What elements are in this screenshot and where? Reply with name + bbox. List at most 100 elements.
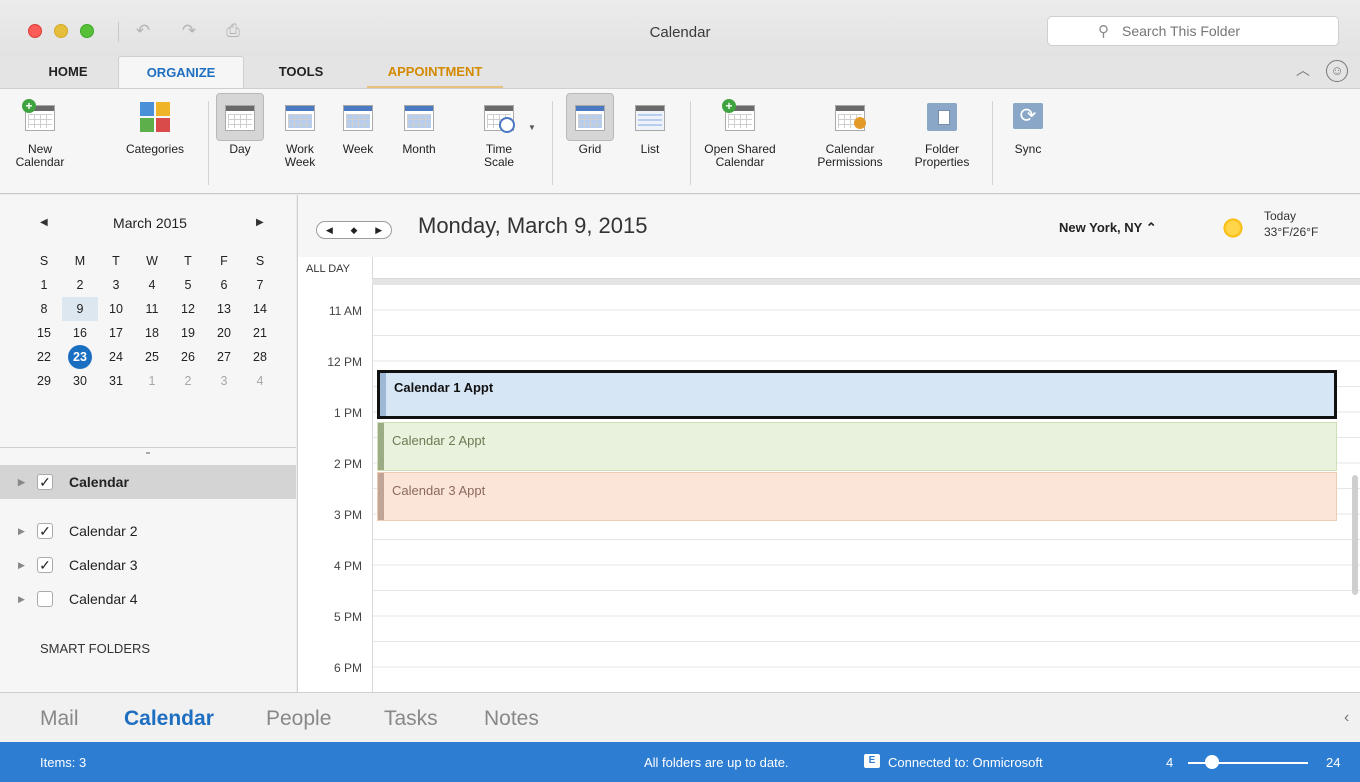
location-selector[interactable]: New York, NY ⌃ [1059, 220, 1157, 236]
list-view-button[interactable]: List [632, 99, 668, 156]
folder-item-calendar[interactable]: ▶ ✓ Calendar [0, 465, 296, 499]
collapse-navigation-icon[interactable]: ‹ [1344, 709, 1349, 727]
calendar-day[interactable]: 13 [206, 297, 242, 321]
calendar-day[interactable]: 18 [134, 321, 170, 345]
calendar-day[interactable]: 5 [170, 273, 206, 297]
calendar-day[interactable]: 20 [206, 321, 242, 345]
next-day-icon[interactable]: ▶ [366, 222, 391, 238]
calendar-day[interactable]: 2 [62, 273, 98, 297]
collapse-ribbon-icon[interactable]: ︿ [1296, 60, 1310, 80]
calendar-day[interactable]: 26 [170, 345, 206, 369]
month-view-button[interactable]: Month [396, 99, 442, 156]
day-view-button[interactable]: Day [216, 93, 264, 156]
nav-mail[interactable]: Mail [40, 707, 79, 731]
calendar-folder-list: ▶ ✓ Calendar ▶ ✓ Calendar 2 ▶ ✓ Calendar… [0, 447, 296, 692]
time-grid[interactable]: Calendar 1 Appt Calendar 2 Appt Calendar… [372, 284, 1360, 692]
calendar-day-next-month[interactable]: 1 [134, 369, 170, 393]
calendar-day[interactable]: 12 [170, 297, 206, 321]
calendar-day[interactable]: 15 [26, 321, 62, 345]
time-gutter: 11 AM 12 PM 1 PM 2 PM 3 PM 4 PM 5 PM 6 P… [298, 284, 372, 692]
folder-checkbox[interactable]: ✓ [37, 523, 53, 539]
all-day-row[interactable] [372, 257, 1360, 279]
expand-arrow-icon[interactable]: ▶ [18, 514, 25, 548]
folder-checkbox[interactable]: ✓ [37, 474, 53, 490]
calendar-day[interactable]: 21 [242, 321, 278, 345]
appointment-title: Calendar 3 Appt [392, 483, 486, 498]
expand-arrow-icon[interactable]: ▶ [18, 548, 25, 582]
calendar-day[interactable]: 14 [242, 297, 278, 321]
calendar-day[interactable]: 29 [26, 369, 62, 393]
tab-tools[interactable]: TOOLS [256, 56, 346, 89]
time-scale-button[interactable]: Time Scale [474, 99, 524, 169]
categories-button[interactable]: Categories [114, 99, 196, 156]
time-scale-dropdown-icon[interactable]: ▼ [528, 123, 536, 132]
calendar-day[interactable]: 28 [242, 345, 278, 369]
zoom-slider-thumb[interactable] [1205, 755, 1219, 769]
nav-people[interactable]: People [266, 707, 331, 731]
feedback-smiley-icon[interactable]: ☺ [1326, 60, 1348, 82]
calendar-day[interactable]: 16 [62, 321, 98, 345]
vertical-scrollbar[interactable] [1352, 475, 1358, 595]
calendar-day-next-month[interactable]: 2 [170, 369, 206, 393]
new-calendar-button[interactable]: + New Calendar [14, 99, 66, 169]
calendar-day[interactable]: 3 [98, 273, 134, 297]
grid-view-button[interactable]: Grid [566, 93, 614, 156]
week-view-button[interactable]: Week [338, 99, 378, 156]
calendar-day[interactable]: 25 [134, 345, 170, 369]
calendar-day-next-month[interactable]: 3 [206, 369, 242, 393]
folder-label: Calendar 3 [69, 557, 138, 573]
search-box[interactable]: ⚲ [1047, 16, 1339, 46]
plus-icon: + [722, 99, 736, 113]
calendar-day[interactable]: 8 [26, 297, 62, 321]
tab-organize[interactable]: ORGANIZE [118, 56, 244, 89]
folder-properties-button[interactable]: Folder Properties [906, 99, 978, 169]
calendar-day[interactable]: 4 [134, 273, 170, 297]
folder-item-calendar-3[interactable]: ▶ ✓ Calendar 3 [0, 548, 296, 582]
nav-notes[interactable]: Notes [484, 707, 539, 731]
calendar-day[interactable]: 27 [206, 345, 242, 369]
resize-grip[interactable] [146, 452, 150, 454]
status-bar: Items: 3 All folders are up to date. E C… [0, 742, 1360, 782]
go-to-today-icon[interactable]: ◆ [342, 222, 367, 238]
appointment-calendar-3[interactable]: Calendar 3 Appt [377, 472, 1337, 521]
calendar-day[interactable]: 30 [62, 369, 98, 393]
ribbon-divider [992, 101, 993, 185]
calendar-permissions-button[interactable]: Calendar Permissions [810, 99, 890, 169]
selected-day[interactable]: 9 [62, 297, 98, 321]
calendar-day[interactable]: 10 [98, 297, 134, 321]
sync-icon: ⟳ [1013, 103, 1043, 129]
work-week-view-button[interactable]: Work Week [282, 99, 318, 169]
smart-folders-header[interactable]: SMART FOLDERS [40, 641, 150, 656]
folder-item-calendar-2[interactable]: ▶ ✓ Calendar 2 [0, 514, 296, 548]
expand-arrow-icon[interactable]: ▶ [18, 582, 25, 616]
folder-checkbox[interactable] [37, 591, 53, 607]
mini-calendar-grid: S M T W T F S 1 2 3 4 5 6 7 8 9 10 11 12… [26, 249, 278, 393]
calendar-day[interactable]: 17 [98, 321, 134, 345]
calendar-day[interactable]: 6 [206, 273, 242, 297]
appointment-calendar-1[interactable]: Calendar 1 Appt [377, 370, 1337, 419]
tab-appointment[interactable]: APPOINTMENT [355, 56, 515, 89]
calendar-day[interactable]: 31 [98, 369, 134, 393]
calendar-day[interactable]: 19 [170, 321, 206, 345]
calendar-day[interactable]: 24 [98, 345, 134, 369]
calendar-day[interactable]: 7 [242, 273, 278, 297]
expand-arrow-icon[interactable]: ▶ [18, 465, 25, 499]
nav-calendar[interactable]: Calendar [124, 707, 214, 731]
appointment-calendar-2[interactable]: Calendar 2 Appt [377, 422, 1337, 471]
sync-button[interactable]: ⟳ Sync [1006, 99, 1050, 156]
calendar-day[interactable]: 22 [26, 345, 62, 369]
search-input[interactable] [1122, 23, 1322, 39]
calendar-day-next-month[interactable]: 4 [242, 369, 278, 393]
today-day[interactable]: 23 [62, 345, 98, 369]
folder-checkbox[interactable]: ✓ [37, 557, 53, 573]
next-month-icon[interactable]: ▶ [256, 217, 264, 228]
tab-home[interactable]: HOME [28, 56, 108, 89]
nav-tasks[interactable]: Tasks [384, 707, 438, 731]
previous-day-icon[interactable]: ◀ [317, 222, 342, 238]
folder-item-calendar-4[interactable]: ▶ Calendar 4 [0, 582, 296, 616]
calendar-day[interactable]: 11 [134, 297, 170, 321]
open-shared-calendar-button[interactable]: + Open Shared Calendar [702, 99, 778, 169]
zoom-max-label: 24 [1326, 755, 1341, 770]
calendar-day[interactable]: 1 [26, 273, 62, 297]
new-calendar-label: New Calendar [15, 142, 65, 169]
